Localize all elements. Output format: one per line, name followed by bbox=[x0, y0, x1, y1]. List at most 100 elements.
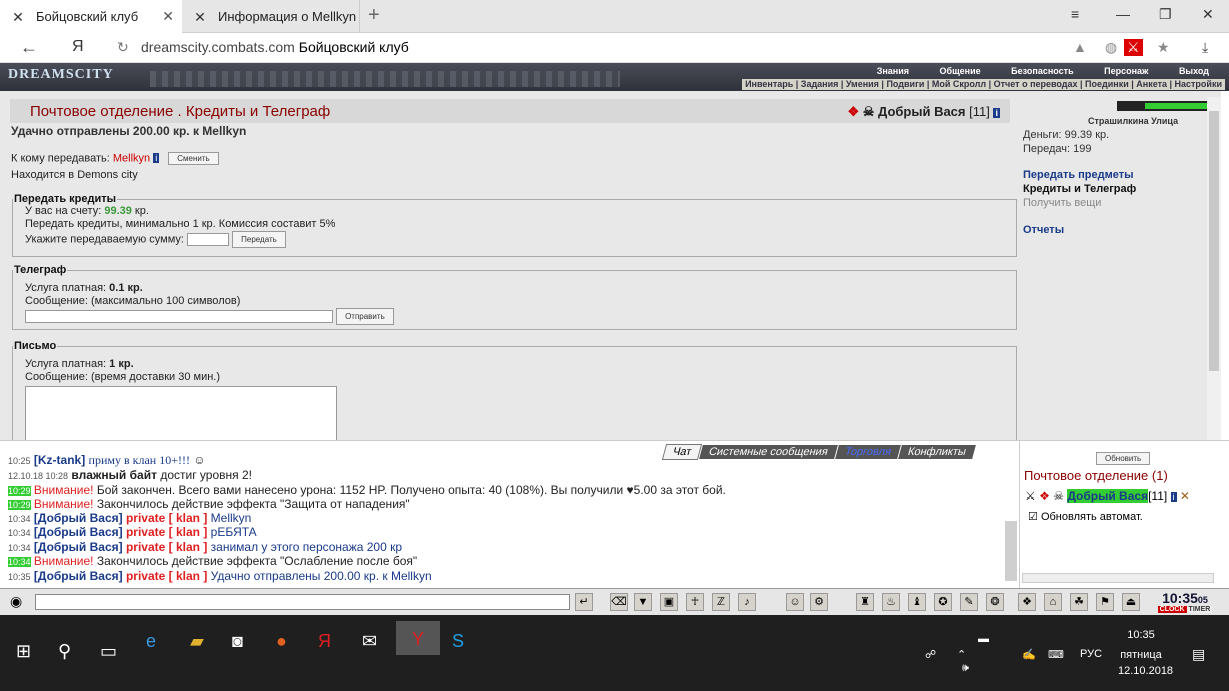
menu-character[interactable]: Персонаж bbox=[1104, 66, 1148, 76]
save-icon[interactable]: ▣ bbox=[660, 593, 678, 611]
recipient-name[interactable]: Mellkyn bbox=[113, 152, 150, 164]
menu-communication[interactable]: Общение bbox=[940, 66, 981, 76]
online-user-name[interactable]: Добрый Вася bbox=[1067, 489, 1149, 503]
yandex-icon[interactable]: Я bbox=[72, 38, 84, 56]
gift-icon[interactable]: ❖ bbox=[1018, 593, 1036, 611]
notifications-icon[interactable]: ▤ bbox=[1192, 646, 1205, 663]
flag-icon[interactable]: ⚑ bbox=[1096, 593, 1114, 611]
chat-private[interactable]: private [ klan ] bbox=[126, 511, 207, 525]
info-icon[interactable]: i bbox=[993, 108, 1000, 118]
friends-icon[interactable]: ☘ bbox=[1070, 593, 1088, 611]
chat-scrollbar[interactable] bbox=[1005, 521, 1017, 581]
smiles-icon[interactable]: ☺ bbox=[786, 593, 804, 611]
auto-refresh-checkbox[interactable]: ☑ bbox=[1028, 511, 1038, 523]
settings-icon[interactable]: ⚙ bbox=[810, 593, 828, 611]
chat-nick[interactable]: [Добрый Вася] bbox=[34, 525, 123, 539]
translit-icon[interactable]: ℤ bbox=[712, 593, 730, 611]
yandex-taskbar-icon[interactable]: Я bbox=[318, 631, 331, 652]
rune-icon[interactable]: ❂ bbox=[986, 593, 1004, 611]
browser-tab[interactable]: ✕ Информация о Mellkyn bbox=[182, 0, 360, 33]
side-location[interactable]: Страшилкина Улица bbox=[1088, 116, 1178, 126]
edge-icon[interactable]: e bbox=[146, 631, 156, 652]
refresh-button[interactable]: Обновить bbox=[1096, 452, 1151, 465]
skype-icon[interactable]: S bbox=[452, 631, 464, 652]
chat-nick[interactable]: [Kz-tank] bbox=[34, 453, 85, 467]
chat-nick[interactable]: [Добрый Вася] bbox=[34, 569, 123, 583]
info-icon[interactable]: i bbox=[153, 153, 160, 164]
sub-menu[interactable]: Инвентарь | Задания | Умения | Подвиги |… bbox=[742, 79, 1225, 90]
minimize-icon[interactable]: — bbox=[1116, 6, 1130, 22]
menu-icon[interactable]: ≡ bbox=[1071, 6, 1079, 22]
store-icon[interactable]: ◙ bbox=[232, 631, 243, 652]
transfer-button[interactable]: Передать bbox=[232, 231, 286, 248]
volume-icon[interactable]: 🕪 bbox=[962, 662, 969, 675]
chat-nick[interactable]: [Добрый Вася] bbox=[34, 540, 123, 554]
clock-label[interactable]: CLOCK bbox=[1157, 606, 1187, 613]
pen-icon[interactable]: ✍ bbox=[1022, 648, 1036, 661]
language-indicator[interactable]: РУС bbox=[1080, 648, 1102, 660]
close-window-icon[interactable]: ✕ bbox=[1202, 6, 1214, 23]
new-tab-icon[interactable]: + bbox=[368, 4, 380, 27]
link-reports[interactable]: Отчеты bbox=[1023, 224, 1064, 236]
telegraph-input[interactable] bbox=[25, 310, 333, 323]
firefox-icon[interactable]: ● bbox=[276, 631, 287, 652]
exit-icon[interactable]: ⏏ bbox=[1122, 593, 1140, 611]
yandex-browser-icon[interactable]: Y bbox=[396, 621, 440, 655]
telegraph-send-button[interactable]: Отправить bbox=[336, 308, 394, 325]
menu-knowledge[interactable]: Знания bbox=[877, 66, 909, 76]
restore-icon[interactable]: ❐ bbox=[1159, 6, 1172, 23]
explorer-icon[interactable]: ▰ bbox=[190, 631, 204, 652]
close-tab-icon[interactable]: ✕ bbox=[162, 8, 174, 25]
chat-nick[interactable]: влажный байт bbox=[71, 468, 157, 482]
start-icon[interactable]: ⊞ bbox=[16, 641, 31, 662]
tab-conflicts[interactable]: Конфликты bbox=[898, 445, 976, 459]
chat-nick[interactable]: [Добрый Вася] bbox=[34, 511, 123, 525]
search-icon[interactable]: ⚲ bbox=[58, 641, 71, 662]
chat-input[interactable] bbox=[35, 594, 570, 610]
letter-textarea[interactable] bbox=[25, 386, 337, 440]
filter-icon[interactable]: ▼ bbox=[634, 593, 652, 611]
system-clock[interactable]: 10:35 пятница 12.10.2018 bbox=[1118, 627, 1173, 679]
reader-icon[interactable]: ▲ bbox=[1073, 39, 1087, 55]
main-scroll-thumb[interactable] bbox=[1209, 111, 1219, 371]
download-icon[interactable]: ⤓ bbox=[1202, 39, 1208, 56]
chat-private[interactable]: private [ klan ] bbox=[126, 569, 207, 583]
chat-mode-icon[interactable]: ◉ bbox=[10, 593, 22, 610]
reload-icon[interactable]: ↻ bbox=[117, 39, 129, 56]
bag-icon[interactable]: ♜ bbox=[856, 593, 874, 611]
task-view-icon[interactable]: ▭ bbox=[100, 641, 117, 662]
link-get-items[interactable]: Получить вещи bbox=[1023, 197, 1101, 209]
person-icon[interactable]: ☥ bbox=[686, 593, 704, 611]
url-field[interactable]: dreamscity.combats.com Бойцовский клуб bbox=[141, 39, 409, 55]
menu-security[interactable]: Безопасность bbox=[1011, 66, 1073, 76]
tab-chat[interactable]: Чат bbox=[661, 444, 703, 460]
browser-tab-active[interactable]: ✕ Бойцовский клуб ✕ bbox=[0, 0, 182, 33]
people-icon[interactable]: ☍ bbox=[925, 648, 936, 661]
keyboard-icon[interactable]: ⌨ bbox=[1048, 648, 1064, 661]
extension-icon[interactable]: ⚔ bbox=[1124, 39, 1143, 56]
menu-exit[interactable]: Выход bbox=[1179, 66, 1209, 76]
scroll-icon[interactable]: ✎ bbox=[960, 593, 978, 611]
chat-private[interactable]: private [ klan ] bbox=[126, 540, 207, 554]
tab-trade[interactable]: Торговля bbox=[835, 445, 901, 459]
send-icon[interactable]: ↵ bbox=[575, 593, 593, 611]
network-icon[interactable]: ▬ bbox=[978, 633, 989, 645]
change-button[interactable]: Сменить bbox=[168, 152, 219, 165]
link-transfer-items[interactable]: Передать предметы bbox=[1023, 169, 1134, 181]
clear-icon[interactable]: ⌫ bbox=[610, 593, 628, 611]
info-icon[interactable]: i bbox=[1170, 492, 1177, 502]
mail-icon[interactable]: ✉ bbox=[362, 631, 377, 652]
panel-hscrollbar[interactable] bbox=[1022, 573, 1214, 583]
tray-up-icon[interactable]: ⌃ bbox=[957, 648, 966, 661]
potion-icon[interactable]: ♨ bbox=[882, 593, 900, 611]
protect-icon[interactable]: ◍ bbox=[1105, 39, 1117, 56]
timer-label[interactable]: TIMER bbox=[1186, 606, 1213, 613]
chat-private[interactable]: private [ klan ] bbox=[126, 525, 207, 539]
back-arrow-icon[interactable]: ← bbox=[20, 37, 38, 58]
main-scrollbar[interactable] bbox=[1207, 97, 1221, 440]
home-icon[interactable]: ⌂ bbox=[1044, 593, 1062, 611]
item-icon[interactable]: ♝ bbox=[908, 593, 926, 611]
amulet-icon[interactable]: ✪ bbox=[934, 593, 952, 611]
tab-system[interactable]: Системные сообщения bbox=[699, 445, 838, 459]
bookmark-star-icon[interactable]: ★ bbox=[1157, 39, 1170, 56]
